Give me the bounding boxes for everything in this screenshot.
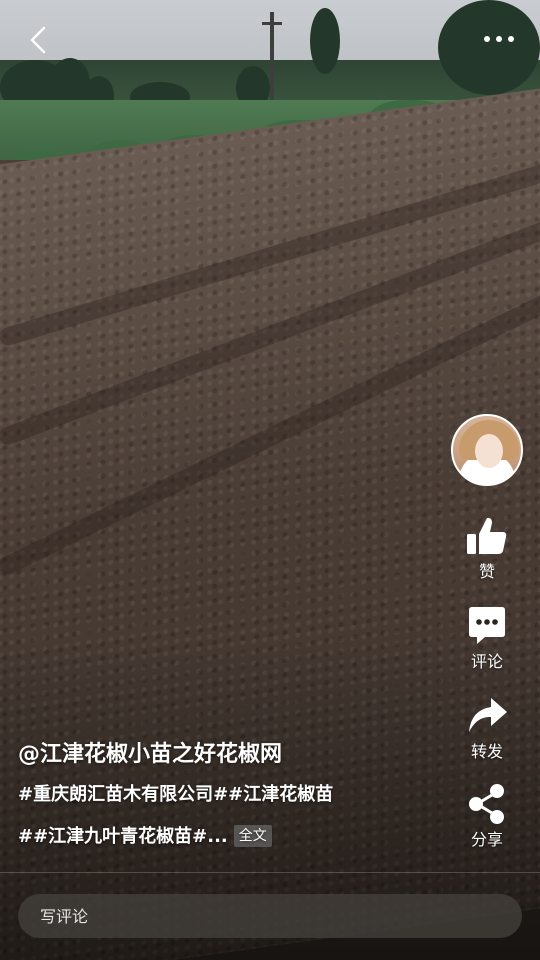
- hashtag-text[interactable]: #重庆朗汇苗木有限公司##江津花椒苗: [18, 784, 333, 805]
- chevron-left-icon: [30, 26, 46, 54]
- like-label: 赞: [478, 562, 495, 581]
- comment-button[interactable]: 评论: [456, 604, 518, 672]
- author-avatar[interactable]: [451, 414, 523, 486]
- hashtag-text[interactable]: ##江津九叶青花椒苗#...: [18, 826, 228, 847]
- forward-button[interactable]: 转发: [456, 694, 518, 762]
- share-button[interactable]: 分享: [456, 782, 518, 850]
- share-label: 分享: [470, 830, 503, 849]
- caption-line-1: #重庆朗汇苗木有限公司##江津花椒苗: [18, 782, 333, 808]
- more-options-button[interactable]: [474, 24, 524, 54]
- expand-full-text-button[interactable]: 全文: [233, 825, 272, 847]
- back-button[interactable]: [20, 22, 56, 58]
- tree: [310, 8, 340, 74]
- divider: [0, 872, 540, 873]
- forward-label: 转发: [470, 742, 503, 761]
- comment-input[interactable]: [18, 894, 522, 938]
- avatar-face: [475, 434, 503, 468]
- more-dots-icon: [484, 36, 514, 42]
- forward-arrow-icon: [469, 698, 507, 732]
- like-button[interactable]: 赞: [456, 514, 518, 582]
- comment-label: 评论: [470, 652, 503, 671]
- thumbs-up-icon: [467, 517, 507, 554]
- caption-line-2: ##江津九叶青花椒苗#... 全文: [18, 824, 272, 850]
- utility-pole: [270, 12, 274, 100]
- share-nodes-icon: [469, 784, 504, 824]
- utility-pole-crossbar: [262, 22, 282, 25]
- comment-bubble-icon: [469, 607, 505, 644]
- author-name[interactable]: @江津花椒小苗之好花椒网: [18, 740, 282, 770]
